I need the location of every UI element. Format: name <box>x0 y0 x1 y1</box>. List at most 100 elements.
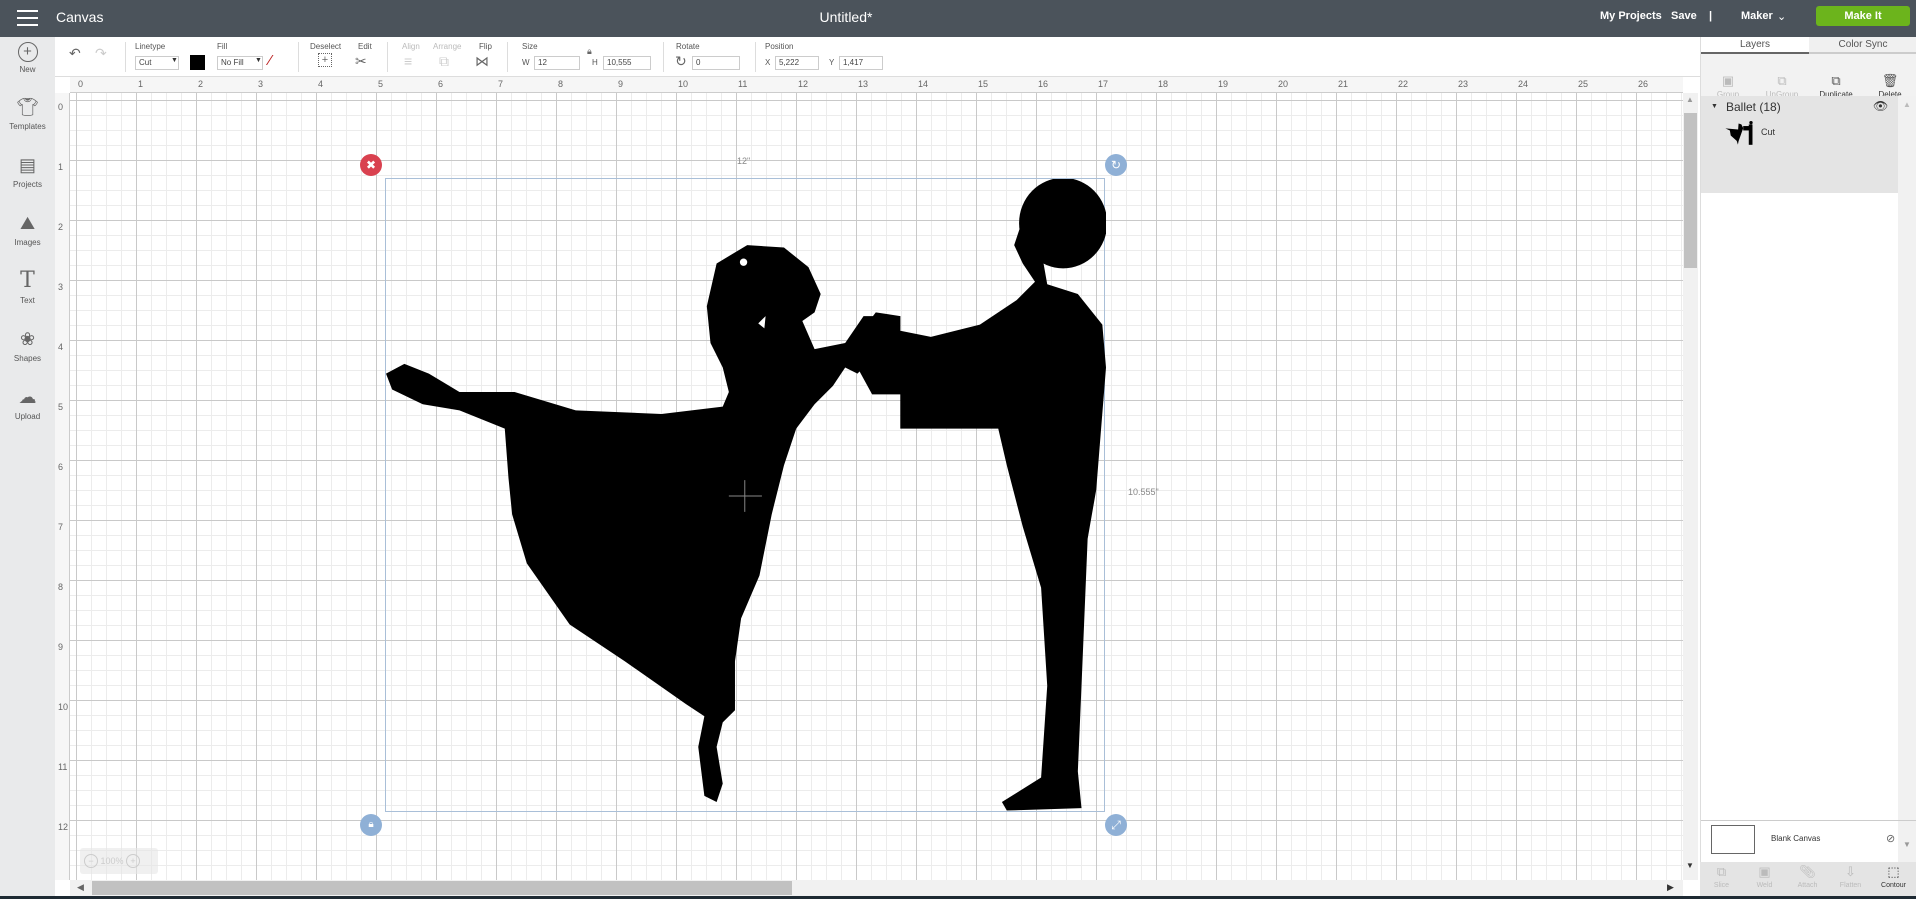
eye-hidden-icon[interactable]: ⊘ <box>1886 832 1895 845</box>
ruler-x-label: 25 <box>1578 79 1589 89</box>
header-divider: | <box>1709 10 1713 22</box>
undo-icon[interactable]: ↶ <box>69 45 81 62</box>
make-it-button[interactable]: Make It <box>1816 6 1910 26</box>
edit-toolbar: ↶ ↷ Linetype Cut ▼ Fill No Fill ▼ ⁄ Dese… <box>55 37 1700 77</box>
chevron-down-icon[interactable]: ⌄ <box>1777 10 1786 23</box>
ruler-y-label: 9 <box>58 642 64 652</box>
flatten-button[interactable]: ⇩ Flatten <box>1829 864 1872 889</box>
align-icon[interactable]: ≡ <box>404 53 412 69</box>
arrange-icon[interactable]: ⧉ <box>439 53 449 70</box>
panel-scrollbar[interactable]: ▲ ▼ <box>1898 96 1916 862</box>
width-dimension-label: 12" <box>737 156 751 166</box>
tool-label: Flatten <box>1839 882 1862 889</box>
ballet-silhouette-image[interactable] <box>386 177 1108 813</box>
eye-icon[interactable]: 👁︎ <box>1873 99 1888 113</box>
no-fill-swatch-icon[interactable]: ⁄ <box>269 52 272 69</box>
tab-layers[interactable]: Layers <box>1701 37 1809 54</box>
sidebar-label: Shapes <box>13 354 42 363</box>
machine-select[interactable]: Maker <box>1741 10 1773 22</box>
horizontal-ruler: 0 1 2 3 4 5 6 7 8 9 10 11 12 13 14 15 16 17 18 19 20 21 22 23 24… <box>70 77 1683 93</box>
resize-handle-icon[interactable]: ⤢ <box>1105 814 1127 836</box>
edit-label: Edit <box>358 42 372 51</box>
blank-canvas-swatch[interactable] <box>1711 825 1755 854</box>
rotate-input[interactable]: 0 <box>692 56 740 70</box>
position-label: Position <box>765 42 794 51</box>
ruler-x-label: 17 <box>1098 79 1109 89</box>
contour-icon: ⬚ <box>1887 864 1900 879</box>
x-label: X <box>765 58 771 67</box>
sidebar-item-shapes[interactable]: ❀ Shapes <box>0 327 55 363</box>
flip-icon[interactable]: ⋈ <box>475 53 489 70</box>
redo-icon[interactable]: ↷ <box>95 45 107 62</box>
tool-label: Slice <box>1713 882 1730 889</box>
divider <box>755 42 756 72</box>
scroll-down-icon[interactable]: ▼ <box>1903 840 1911 849</box>
rotate-label: Rotate <box>676 42 700 51</box>
scroll-up-icon[interactable]: ▲ <box>1686 95 1694 104</box>
sidebar-item-text[interactable]: T Text <box>0 268 55 306</box>
sidebar-label: Upload <box>14 412 41 421</box>
shirt-icon: 👕︎ <box>16 97 39 117</box>
weld-button[interactable]: ▣ Weld <box>1743 864 1786 889</box>
horizontal-scroll-thumb[interactable] <box>92 881 792 895</box>
ruler-y-label: 5 <box>58 402 64 412</box>
sidebar-item-images[interactable]: ⛰ Images <box>0 211 55 247</box>
ruler-y-label: 6 <box>58 462 64 472</box>
lock-icon[interactable]: 🔒︎ <box>587 46 592 57</box>
zoom-level: 100% <box>100 856 124 866</box>
rotate-handle-icon[interactable]: ↻ <box>1105 154 1127 176</box>
contour-button[interactable]: ⬚ Contour <box>1872 864 1915 889</box>
trash-icon: 🗑︎ <box>1881 73 1899 88</box>
horizontal-scrollbar[interactable]: ◀ ▶ <box>70 880 1683 896</box>
ruler-x-label: 7 <box>498 79 504 89</box>
scroll-left-icon[interactable]: ◀ <box>77 882 84 893</box>
ruler-x-label: 9 <box>618 79 624 89</box>
linetype-color-swatch[interactable] <box>190 55 205 70</box>
caret-down-icon: ▼ <box>255 57 262 64</box>
tab-color-sync[interactable]: Color Sync <box>1809 37 1916 54</box>
text-icon: T <box>20 268 35 293</box>
width-input[interactable]: 12 <box>534 56 580 70</box>
scroll-up-icon[interactable]: ▲ <box>1903 100 1911 109</box>
scroll-right-icon[interactable]: ▶ <box>1667 882 1674 893</box>
scroll-down-icon[interactable]: ▼ <box>1686 861 1694 870</box>
fill-label: Fill <box>217 42 228 51</box>
sidebar-item-upload[interactable]: ☁ Upload <box>0 385 55 421</box>
height-label: H <box>592 58 598 67</box>
layer-group[interactable]: ▼ Ballet (18) 👁︎ Cut <box>1701 96 1898 193</box>
sidebar-item-templates[interactable]: 👕︎ Templates <box>0 95 55 131</box>
sidebar-item-projects[interactable]: ▤ Projects <box>0 153 55 189</box>
sidebar-item-new[interactable]: + New <box>0 42 55 74</box>
zoom-out-button[interactable]: − <box>84 854 98 868</box>
align-label: Align <box>402 42 420 51</box>
duplicate-icon: ⧉ <box>1831 73 1841 88</box>
zoom-in-button[interactable]: + <box>126 854 141 868</box>
ruler-x-label: 12 <box>798 79 809 89</box>
image-icon: ⛰ <box>19 213 36 233</box>
height-input[interactable]: 10,555 <box>603 56 651 70</box>
ruler-x-label: 11 <box>738 79 748 89</box>
save-link[interactable]: Save <box>1671 10 1697 22</box>
selection-box[interactable] <box>385 177 1108 813</box>
caret-down-icon[interactable]: ▼ <box>1711 103 1718 110</box>
delete-handle-icon[interactable]: ✖ <box>360 154 382 176</box>
ruler-x-label: 19 <box>1218 79 1229 89</box>
edit-icon[interactable]: ✂ <box>355 53 367 70</box>
divider <box>387 42 388 72</box>
deselect-icon[interactable]: + <box>318 53 332 67</box>
ruler-x-label: 8 <box>558 79 564 89</box>
canvas-grid[interactable]: 12" 10.555" ✖ ↻ 🔒︎ ⤢ − 100% + <box>70 93 1683 880</box>
my-projects-link[interactable]: My Projects <box>1600 10 1662 22</box>
x-position-input[interactable]: 5,222 <box>775 56 819 70</box>
y-position-input[interactable]: 1,417 <box>839 56 883 70</box>
slice-button[interactable]: ⧉ Slice <box>1700 864 1743 889</box>
group-icon: ▣ <box>1721 73 1735 88</box>
ruler-y-label: 11 <box>58 762 68 772</box>
ruler-x-label: 4 <box>318 79 324 89</box>
vertical-scroll-thumb[interactable] <box>1684 113 1697 268</box>
vertical-ruler: 012345678910111213 <box>55 93 70 880</box>
lock-handle-icon[interactable]: 🔒︎ <box>360 814 382 836</box>
ruler-x-label: 0 <box>78 79 84 89</box>
vertical-scrollbar[interactable]: ▲ ▼ <box>1683 93 1698 880</box>
attach-button[interactable]: 📎︎ Attach <box>1786 864 1829 889</box>
